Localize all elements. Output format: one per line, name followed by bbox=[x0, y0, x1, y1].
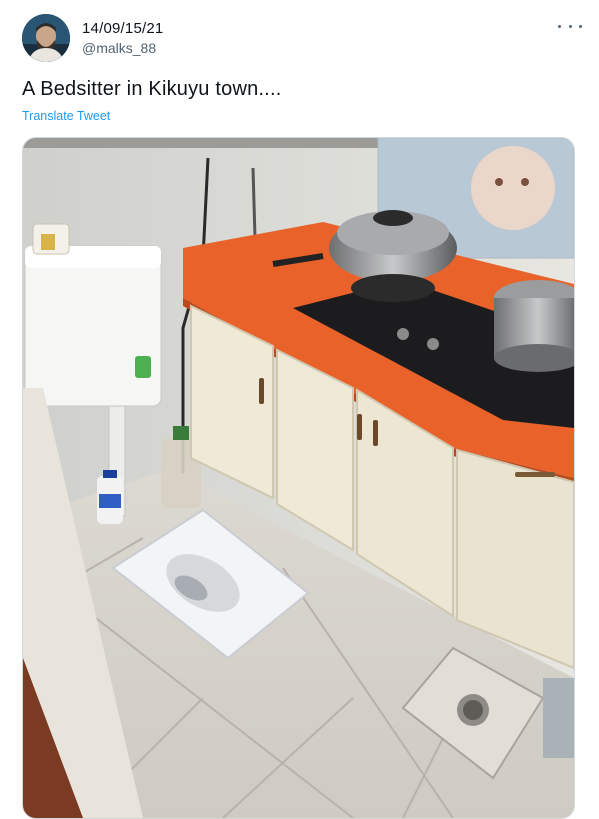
photo-kitchen-toilet bbox=[23, 138, 574, 818]
dot bbox=[568, 24, 572, 28]
tweet-photo[interactable] bbox=[22, 137, 575, 819]
dot bbox=[558, 24, 561, 28]
user-avatar[interactable] bbox=[22, 14, 70, 62]
tweet-text: A Bedsitter in Kikuyu town.... bbox=[22, 78, 282, 100]
translate-tweet-link[interactable]: Translate Tweet bbox=[22, 109, 110, 123]
avatar-image bbox=[22, 14, 70, 62]
more-options-icon[interactable] bbox=[558, 18, 582, 34]
author-handle[interactable]: @malks_88 bbox=[82, 40, 156, 56]
author-name[interactable]: 14/09/15/21 bbox=[82, 20, 163, 37]
tweet-header: 14/09/15/21 @malks_88 bbox=[22, 14, 582, 66]
tweet-card: 14/09/15/21 @malks_88 A Bedsitter in Kik… bbox=[0, 0, 599, 819]
dot bbox=[579, 24, 582, 28]
